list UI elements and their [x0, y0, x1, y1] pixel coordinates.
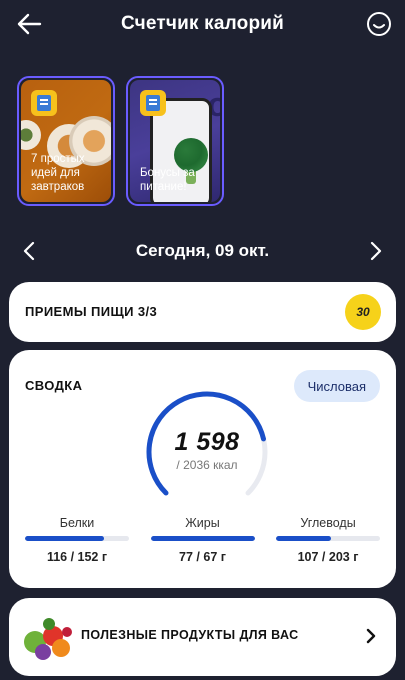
macro-progress-fill	[25, 536, 105, 541]
story-image: o Бонусы за питание!	[130, 80, 220, 202]
calories-consumed: 1 598	[174, 428, 240, 456]
macros-row: Белки 116 / 152 г Жиры 77 / 67 г Углевод…	[25, 516, 380, 564]
app-header: Счетчик калорий	[0, 0, 405, 50]
macro-fat: Жиры 77 / 67 г	[150, 516, 255, 564]
macro-value: 116 / 152 г	[46, 550, 108, 564]
points-badge: 30	[345, 294, 381, 330]
date-label: Сегодня, 09 окт.	[135, 241, 270, 260]
book-icon	[31, 90, 57, 116]
macro-name: Белки	[59, 516, 95, 530]
story-card-bonuses[interactable]: o Бонусы за питание!	[126, 76, 224, 206]
story-image: 7 простых идей для завтраков	[21, 80, 111, 202]
stories-row: 7 простых идей для завтраков o Бонусы за…	[17, 76, 224, 206]
macro-carbs: Углеводы 107 / 203 г	[276, 516, 380, 564]
useful-products-label: ПОЛЕЗНЫЕ ПРОДУКТЫ ДЛЯ ВАС	[81, 628, 299, 642]
fruits-image	[24, 618, 72, 660]
macro-value: 107 / 203 г	[297, 550, 359, 564]
page-title: Счетчик калорий	[120, 13, 285, 34]
summary-card: СВОДКА Числовая 1 598 / 2036 ккал Белки …	[9, 350, 396, 588]
macro-protein: Белки 116 / 152 г	[25, 516, 129, 564]
macro-name: Углеводы	[300, 516, 356, 530]
macro-progress-bar	[150, 536, 255, 541]
macro-progress-fill	[150, 536, 255, 541]
chevron-right-icon	[366, 628, 376, 644]
plate-image	[21, 120, 41, 150]
macro-progress-bar	[25, 536, 129, 541]
chevron-right-icon[interactable]	[369, 241, 383, 261]
story-card-breakfast[interactable]: 7 простых идей для завтраков	[17, 76, 115, 206]
calories-limit: / 2036 ккал	[176, 458, 238, 472]
meals-label: ПРИЕМЫ ПИЩИ 3/3	[25, 304, 158, 319]
date-navigation: Сегодня, 09 окт.	[0, 236, 405, 266]
story-text: 7 простых идей для завтраков	[31, 153, 85, 193]
useful-products-card[interactable]: ПОЛЕЗНЫЕ ПРОДУКТЫ ДЛЯ ВАС	[9, 598, 396, 676]
story-text: Бонусы за питание!	[140, 167, 195, 193]
macro-progress-bar	[276, 536, 380, 541]
summary-title: СВОДКА	[25, 378, 83, 393]
smile-face-icon[interactable]	[366, 11, 392, 37]
macro-name: Жиры	[185, 516, 220, 530]
meals-card[interactable]: ПРИЕМЫ ПИЩИ 3/3 30	[9, 282, 396, 342]
book-icon	[140, 90, 166, 116]
display-mode-toggle[interactable]: Числовая	[293, 370, 380, 402]
macro-progress-fill	[276, 536, 332, 541]
macro-value: 77 / 67 г	[179, 550, 226, 564]
